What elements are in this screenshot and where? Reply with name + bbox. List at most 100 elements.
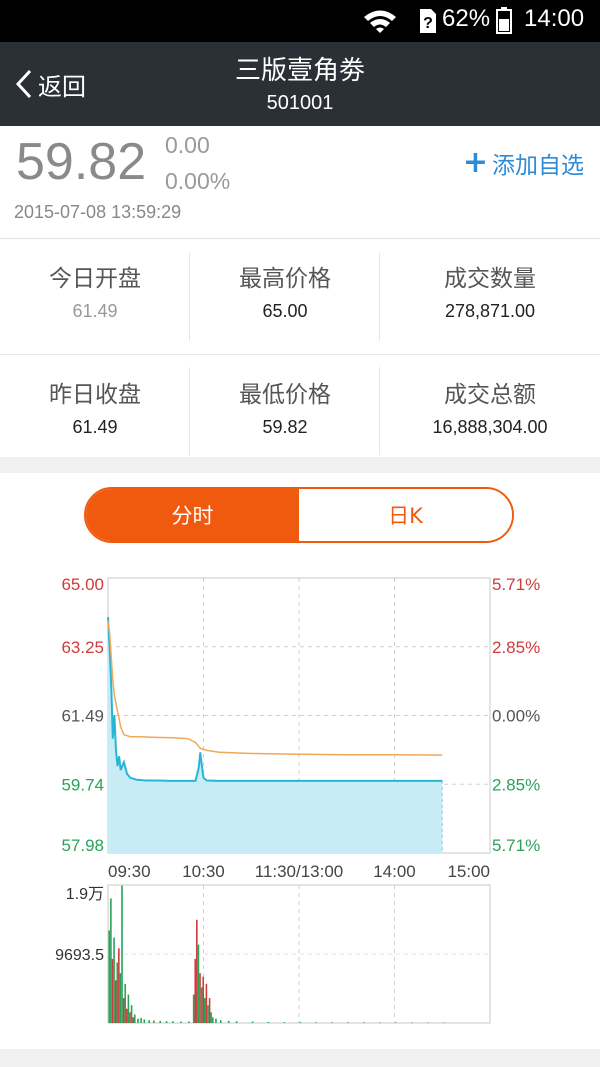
tab-daily-k[interactable]: 日K bbox=[299, 489, 512, 541]
volume-bar bbox=[208, 998, 211, 1023]
volume-bar bbox=[110, 898, 112, 1023]
chart-mode-toggle: 分时 日K bbox=[84, 487, 514, 543]
divider bbox=[189, 367, 190, 455]
volume-bar bbox=[197, 944, 200, 1023]
y-tick-label-left: 61.49 bbox=[61, 707, 104, 726]
security-code: 501001 bbox=[266, 92, 334, 114]
stat-high: 最高价格 65.00 bbox=[190, 239, 380, 341]
volume-bar bbox=[347, 1022, 349, 1023]
volume-tick-label: 1.9万 bbox=[66, 886, 104, 903]
status-bar: ? 62% 14:00 bbox=[0, 0, 600, 42]
x-tick-label: 11:30/13:00 bbox=[255, 862, 344, 881]
volume-bar bbox=[267, 1021, 270, 1023]
add-watchlist-label: 添加自选 bbox=[492, 153, 584, 179]
volume-bar bbox=[133, 1014, 136, 1023]
divider bbox=[379, 367, 380, 455]
x-tick-label: 09:30 bbox=[108, 862, 151, 881]
stat-prev-close: 昨日收盘 61.49 bbox=[0, 355, 190, 457]
volume-bar bbox=[118, 948, 120, 1023]
stat-volume: 成交数量 278,871.00 bbox=[380, 239, 600, 341]
battery-icon bbox=[496, 7, 512, 34]
nav-bar: 返回 三版壹角劵 501001 bbox=[0, 42, 600, 126]
volume-bar bbox=[283, 1022, 286, 1023]
divider bbox=[0, 354, 600, 355]
stat-label: 最低价格 bbox=[239, 382, 331, 408]
volume-bar bbox=[395, 1022, 397, 1023]
volume-bar bbox=[137, 1018, 139, 1023]
volume-bar bbox=[379, 1022, 381, 1023]
volume-bar bbox=[192, 994, 195, 1023]
stat-label: 今日开盘 bbox=[49, 266, 141, 292]
volume-bar bbox=[113, 937, 115, 1023]
tab-intraday[interactable]: 分时 bbox=[86, 489, 299, 541]
stat-turnover: 成交总额 16,888,304.00 bbox=[380, 355, 600, 457]
volume-bar bbox=[207, 1005, 209, 1023]
volume-bar bbox=[124, 983, 127, 1023]
stats-grid: 今日开盘 61.49 最高价格 65.00 成交数量 278,871.00 昨日… bbox=[0, 239, 600, 457]
y-tick-label-left: 65.00 bbox=[61, 575, 104, 594]
svg-text:?: ? bbox=[423, 15, 433, 32]
volume-bar bbox=[215, 1018, 217, 1023]
volume-bar bbox=[210, 1012, 212, 1023]
sim-alert-icon: ? bbox=[420, 9, 436, 33]
price-series-line bbox=[107, 617, 443, 782]
volume-bar bbox=[148, 1020, 150, 1023]
volume-bar bbox=[202, 976, 205, 1023]
price-change: 0.00 bbox=[165, 132, 210, 158]
stat-open: 今日开盘 61.49 bbox=[0, 239, 190, 341]
volume-bar bbox=[196, 919, 198, 1023]
y-tick-label-left: 63.25 bbox=[61, 638, 104, 657]
stat-value: 65.00 bbox=[262, 301, 308, 321]
y-tick-label-right: 2.85% bbox=[492, 775, 540, 794]
quote-panel: 59.82 0.00 0.00% 2015-07-08 13:59:29 + 添… bbox=[0, 126, 600, 239]
volume-bar bbox=[211, 1017, 214, 1023]
volume-bar bbox=[127, 994, 130, 1023]
volume-bar bbox=[119, 973, 122, 1023]
volume-bar bbox=[116, 962, 119, 1023]
y-tick-label-right: 5.71% bbox=[492, 836, 540, 855]
stat-label: 成交数量 bbox=[444, 266, 536, 292]
x-tick-label: 15:00 bbox=[447, 862, 490, 881]
price-area bbox=[108, 617, 443, 853]
volume-bar bbox=[410, 1022, 413, 1023]
average-series-line bbox=[107, 620, 443, 756]
volume-bar bbox=[194, 958, 197, 1023]
stat-value: 61.49 bbox=[72, 301, 118, 321]
volume-bar bbox=[111, 958, 114, 1023]
divider bbox=[379, 253, 380, 341]
y-tick-label-right: 2.85% bbox=[492, 638, 540, 657]
volume-bar bbox=[121, 885, 123, 1023]
volume-bar bbox=[129, 1012, 131, 1023]
volume-bar bbox=[331, 1022, 333, 1023]
stat-label: 最高价格 bbox=[239, 266, 331, 292]
volume-bar bbox=[219, 1020, 222, 1023]
battery-percent: 62% bbox=[442, 5, 491, 32]
volume-bar bbox=[204, 998, 206, 1023]
volume-bar bbox=[251, 1021, 254, 1023]
y-tick-label-right: 0.00% bbox=[492, 707, 540, 726]
volume-bar bbox=[363, 1022, 365, 1023]
intraday-chart: 65.00 63.25 61.49 59.74 57.98 5.71% 2.85% 0.00%… bbox=[55, 575, 540, 1024]
volume-tick-label: 9693.5 bbox=[55, 947, 104, 964]
volume-bar bbox=[172, 1021, 174, 1023]
add-watchlist-button[interactable]: + 添加自选 bbox=[463, 146, 584, 180]
volume-bar bbox=[140, 1018, 142, 1023]
volume-bar bbox=[153, 1020, 155, 1023]
volume-bar bbox=[227, 1020, 230, 1023]
volume-bar bbox=[122, 998, 125, 1023]
stat-value: 278,871.00 bbox=[444, 301, 536, 321]
volume-bar bbox=[143, 1019, 146, 1023]
stat-value: 61.49 bbox=[72, 417, 118, 437]
volume-bar bbox=[165, 1021, 168, 1023]
volume-bar bbox=[130, 1005, 133, 1023]
volume-bar bbox=[114, 980, 117, 1023]
clock: 14:00 bbox=[524, 5, 585, 32]
volume-bar bbox=[180, 1021, 182, 1023]
volume-bar bbox=[299, 1022, 302, 1023]
stat-value: 16,888,304.00 bbox=[432, 417, 548, 437]
volume-bar bbox=[442, 1022, 445, 1023]
y-tick-label-right: 5.71% bbox=[492, 575, 540, 594]
volume-bar bbox=[205, 983, 208, 1023]
volume-bar bbox=[315, 1022, 318, 1023]
volume-bar bbox=[235, 1021, 238, 1023]
